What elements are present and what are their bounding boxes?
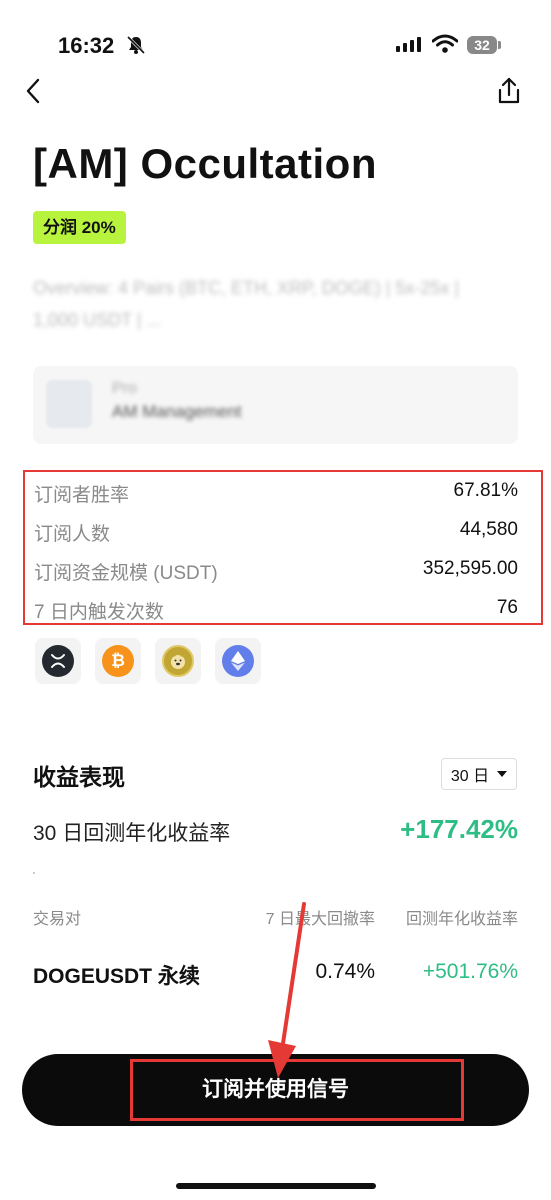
row-apr: +501.76%	[422, 960, 518, 983]
stat-label: 订阅资金规模 (USDT)	[34, 563, 218, 584]
bell-muted-icon	[126, 35, 146, 55]
stat-value: 44,580	[459, 519, 518, 540]
overview-line-1: Overview: 4 Pairs (BTC, ETH, XRP, DOGE) …	[33, 278, 460, 298]
battery-icon: 32	[467, 36, 497, 54]
btc-icon: ₿	[102, 645, 134, 677]
coin-tile-btc: ₿	[95, 638, 141, 684]
stat-label: 订阅人数	[34, 524, 111, 545]
profit-share-badge: 分润 20%	[33, 211, 126, 244]
stat-value: 76	[496, 597, 518, 618]
overview-line-2: 1,000 USDT | ...	[33, 310, 162, 330]
caret-down-icon	[497, 771, 508, 777]
coin-tile-eth	[215, 638, 261, 684]
provider-subtitle: AM Management	[112, 402, 242, 421]
column-header-apr: 回测年化收益率	[405, 911, 518, 928]
strategy-overview: Overview: 4 Pairs (BTC, ETH, XRP, DOGE) …	[33, 272, 513, 336]
row-pair[interactable]: DOGEUSDT 永续	[33, 960, 200, 990]
signal-icon	[396, 37, 421, 52]
status-time: 16:32	[58, 33, 115, 58]
performance-title: 收益表现	[33, 764, 125, 790]
eth-icon	[222, 645, 254, 677]
divider	[33, 872, 35, 874]
stat-value: 67.81%	[453, 480, 518, 501]
annotation-arrow-icon	[268, 902, 306, 1078]
wifi-icon	[432, 34, 458, 53]
column-header-pair: 交易对	[33, 911, 82, 928]
provider-name: Pro	[112, 380, 137, 397]
coin-tile-doge	[155, 638, 201, 684]
stat-row-fund-size: 订阅资金规模 (USDT) 352,595.00	[34, 558, 518, 585]
share-icon[interactable]	[494, 76, 524, 106]
period-label: 30 日	[450, 768, 490, 785]
stat-label: 7 日内触发次数	[34, 602, 164, 623]
back-icon[interactable]	[22, 76, 48, 106]
xrp-icon	[42, 645, 74, 677]
provider-card[interactable]	[33, 366, 518, 444]
stat-row-win-rate: 订阅者胜率 67.81%	[34, 480, 518, 507]
coin-tile-xrp	[35, 638, 81, 684]
stat-row-triggers: 7 日内触发次数 76	[34, 597, 518, 624]
apr-label: 30 日回测年化收益率	[33, 822, 231, 845]
stat-value: 352,595.00	[422, 558, 518, 579]
battery-tip	[498, 41, 501, 49]
doge-icon	[162, 645, 194, 677]
period-dropdown[interactable]: 30 日	[441, 758, 517, 790]
stat-row-subscribers: 订阅人数 44,580	[34, 519, 518, 546]
home-indicator	[176, 1183, 376, 1189]
page-title: [AM] Occultation	[33, 140, 377, 187]
provider-avatar	[46, 380, 92, 428]
stat-label: 订阅者胜率	[34, 485, 130, 506]
apr-value: +177.42%	[400, 814, 518, 844]
